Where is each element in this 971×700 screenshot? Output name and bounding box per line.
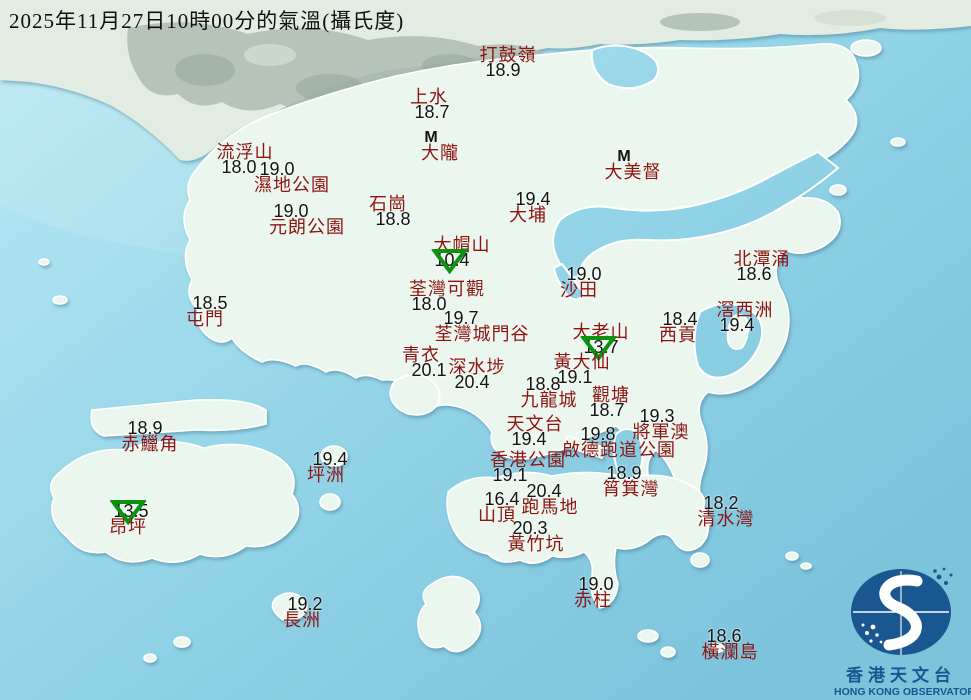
hko-logo-name-en: HONG KONG OBSERVATORY [834, 685, 971, 698]
map-title: 2025年11月27日10時00分的氣溫(攝氏度) [9, 9, 405, 33]
hko-temperature-map-page: 2025年11月27日10時00分的氣溫(攝氏度) 打鼓嶺 18.9 上水 18.7 M… [0, 0, 971, 700]
hko-logo-icon [851, 567, 953, 655]
hong-kong-map [0, 0, 971, 700]
hko-logo-name-zh: 香港天文台 [846, 665, 956, 685]
hko-logo: 香港天文台 HONG KONG OBSERVATORY [834, 565, 971, 698]
